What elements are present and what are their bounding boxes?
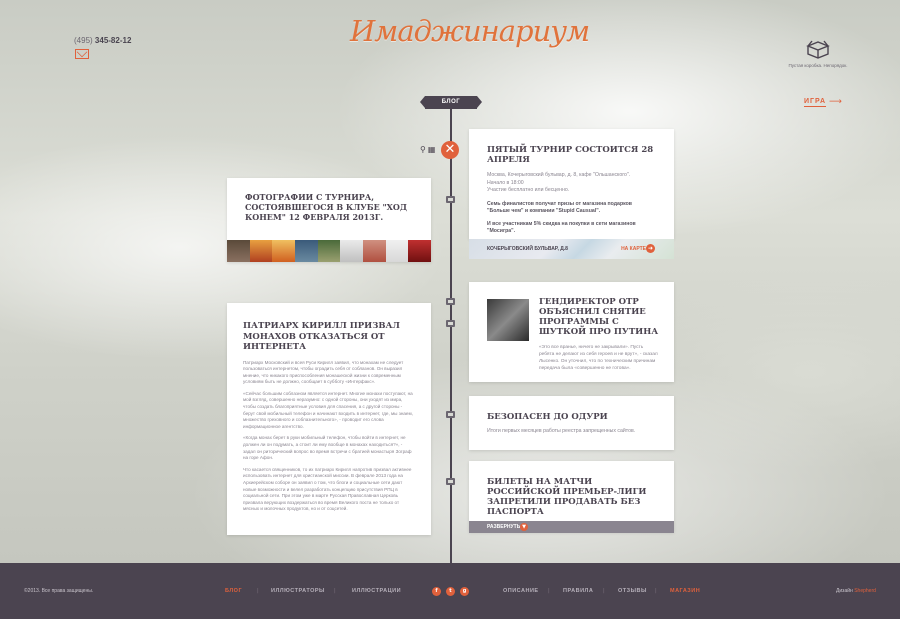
expand-button[interactable]: РАЗВЕРНУТЬ xyxy=(487,524,520,530)
location-calendar-icons: ⚲▦ xyxy=(420,145,438,154)
map-preview[interactable]: КОЧЕРЫГОВСКИЙ БУЛЬВАР, Д.8 НА КАРТЕ ➜ xyxy=(469,239,674,259)
news-icon xyxy=(446,298,455,305)
mail-icon[interactable] xyxy=(75,49,89,59)
photo-strip[interactable] xyxy=(227,240,432,262)
photo-thumb[interactable] xyxy=(295,240,318,262)
photo-thumb[interactable] xyxy=(408,240,432,262)
empty-box-icon[interactable] xyxy=(806,38,830,60)
card-title[interactable]: БИЛЕТЫ НА МАТЧИ РОССИЙСКОЙ ПРЕМЬЕР-ЛИГИ … xyxy=(487,477,656,517)
map-link[interactable]: НА КАРТЕ xyxy=(621,246,646,252)
timeline-line xyxy=(450,108,452,563)
footer-nav-illustrations[interactable]: ИЛЛЮСТРАЦИИ xyxy=(352,588,401,594)
footer-nav-reviews[interactable]: ОТЗЫВЫ xyxy=(618,588,647,594)
arrow-right-icon[interactable]: ➜ xyxy=(646,244,655,253)
card-title[interactable]: ФОТОГРАФИИ С ТУРНИРА, СОСТОЯВШЕГОСЯ В КЛ… xyxy=(245,192,413,222)
director-card[interactable]: ГЕНДИРЕКТОР ОТР ОБЪЯСНИЛ СНЯТИЕ ПРОГРАММ… xyxy=(469,282,674,382)
patriarch-card[interactable]: ПАТРИАРХ КИРИЛЛ ПРИЗВАЛ МОНАХОВ ОТКАЗАТЬ… xyxy=(227,303,431,535)
photo-thumb[interactable] xyxy=(272,240,296,262)
footer-nav-illustrators[interactable]: ИЛЛЮСТРАТОРЫ xyxy=(271,588,325,594)
phone-number: (495) 345-82-12 xyxy=(74,36,132,45)
box-caption: Пустая коробка. Непорядок. xyxy=(788,63,848,68)
photo-thumb[interactable] xyxy=(340,240,364,262)
twitter-icon[interactable]: t xyxy=(446,587,455,596)
close-icon[interactable]: ✕ xyxy=(441,141,459,159)
photos-card[interactable]: ФОТОГРАФИИ С ТУРНИРА, СОСТОЯВШЕГОСЯ В КЛ… xyxy=(227,178,432,262)
divider: | xyxy=(603,588,605,594)
copyright: ©2013. Все права защищены. xyxy=(24,588,94,594)
card-text: Патриарх Московский и всея Руси Кирилл з… xyxy=(243,359,413,512)
tournament-card[interactable]: ПЯТЫЙ ТУРНИР СОСТОИТСЯ 28 АПРЕЛЯ Москва,… xyxy=(469,129,674,239)
card-title[interactable]: ГЕНДИРЕКТОР ОТР ОБЪЯСНИЛ СНЯТИЕ ПРОГРАММ… xyxy=(539,297,659,337)
card-text: Москва, Кочерыговский бульвар, д. 8, каф… xyxy=(487,172,636,234)
timeline-label: БЛОГ xyxy=(420,96,482,109)
photo-thumb[interactable] xyxy=(317,240,341,262)
card-title[interactable]: ПЯТЫЙ ТУРНИР СОСТОИТСЯ 28 АПРЕЛЯ xyxy=(487,145,656,165)
game-link[interactable]: ИГРА xyxy=(804,98,827,107)
safe-card[interactable]: БЕЗОПАСЕН ДО ОДУРИ Итоги первых месяцев … xyxy=(469,396,674,450)
camera-icon xyxy=(446,196,455,203)
photo-thumb[interactable] xyxy=(227,240,250,262)
divider: | xyxy=(257,588,259,594)
card-text: Итоги первых месяцев работы реестра запр… xyxy=(487,428,636,434)
arrow-right-icon: ⟶ xyxy=(829,97,842,107)
footer-nav-shop[interactable]: МАГАЗИН xyxy=(670,588,700,594)
map-address: КОЧЕРЫГОВСКИЙ БУЛЬВАР, Д.8 xyxy=(487,246,568,252)
facebook-icon[interactable]: f xyxy=(432,587,441,596)
google-icon[interactable]: g xyxy=(460,587,469,596)
design-credit: Дизайн Shepherd xyxy=(836,588,876,594)
card-text: «Это все вранье, ничего не закрывали». П… xyxy=(539,345,658,371)
footer-nav-rules[interactable]: ПРАВИЛА xyxy=(563,588,593,594)
expand-bar[interactable]: РАЗВЕРНУТЬ ▼ xyxy=(469,521,674,533)
photo-thumb[interactable] xyxy=(385,240,409,262)
card-title[interactable]: ПАТРИАРХ КИРИЛЛ ПРИЗВАЛ МОНАХОВ ОТКАЗАТЬ… xyxy=(243,321,415,353)
photo-thumb[interactable] xyxy=(363,240,386,262)
chevron-down-icon[interactable]: ▼ xyxy=(520,523,528,531)
divider: | xyxy=(655,588,657,594)
photo-thumb[interactable] xyxy=(249,240,273,262)
news-icon xyxy=(446,411,455,418)
divider: | xyxy=(548,588,550,594)
logo[interactable]: Имаджинариум xyxy=(350,14,590,48)
divider: | xyxy=(334,588,336,594)
card-title[interactable]: БЕЗОПАСЕН ДО ОДУРИ xyxy=(487,412,656,422)
footer-nav-blog[interactable]: БЛОГ xyxy=(225,588,242,594)
news-icon xyxy=(446,478,455,485)
footer-nav-description[interactable]: ОПИСАНИЕ xyxy=(503,588,539,594)
director-photo xyxy=(487,299,529,341)
news-icon xyxy=(446,320,455,327)
